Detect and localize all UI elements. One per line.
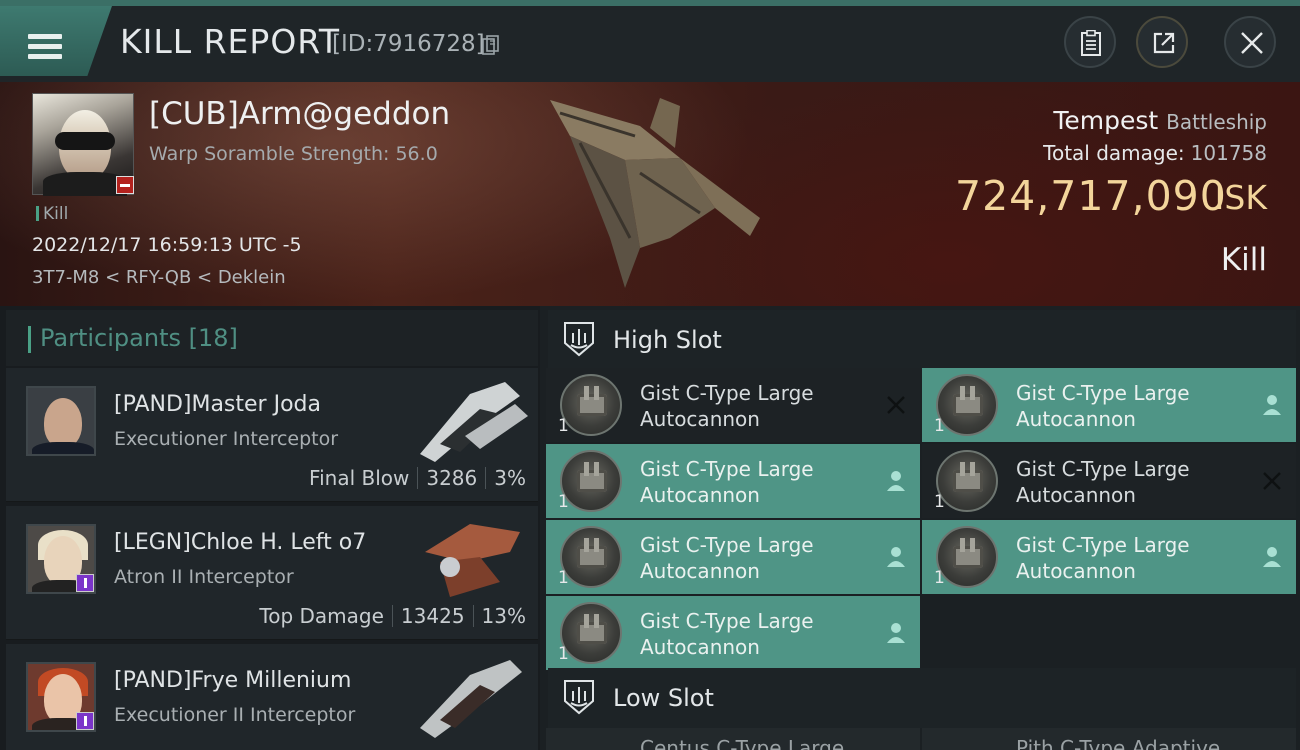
module-slot[interactable]: 1 Gist C-Type Large Autocannon	[922, 520, 1296, 594]
module-name: Gist C-Type Large Autocannon	[1016, 381, 1190, 431]
close-icon	[1241, 32, 1263, 54]
page-title: KILL REPORT	[120, 22, 340, 61]
pilot-icon	[887, 471, 905, 491]
x-icon	[1263, 472, 1281, 490]
notes-button[interactable]	[1064, 16, 1116, 68]
participant-row[interactable]: [PAND]Master Joda Executioner Intercepto…	[6, 368, 538, 502]
module-count: 1	[934, 416, 945, 436]
participant-stats: Top Damage 13425 13%	[259, 604, 526, 628]
top-accent-strip	[0, 0, 1300, 6]
module-slot[interactable]: Centus C-Type Large...	[546, 728, 920, 750]
menu-icon	[28, 34, 62, 60]
victim-ship-class: Battleship	[1166, 110, 1267, 134]
autocannon-icon	[936, 450, 998, 512]
pilot-icon	[1263, 395, 1281, 415]
standing-badge	[76, 574, 94, 592]
pilot-icon	[887, 623, 905, 643]
autocannon-icon	[936, 374, 998, 436]
participant-name: [PAND]Master Joda	[114, 392, 321, 417]
low-slot-header: Low Slot	[548, 668, 1296, 728]
participant-avatar	[26, 386, 96, 456]
module-slot[interactable]: 1 Gist C-Type Large Autocannon	[546, 444, 920, 518]
copy-icon[interactable]	[482, 35, 500, 55]
participant-ship-image	[420, 660, 522, 738]
low-slot-title: Low Slot	[613, 684, 714, 712]
low-slot-icon	[564, 680, 594, 715]
standing-badge	[76, 712, 94, 730]
module-count: 1	[934, 568, 945, 588]
victim-ship-image	[550, 98, 760, 288]
share-button[interactable]	[1136, 16, 1188, 68]
x-icon	[887, 396, 905, 414]
kill-location[interactable]: 3T7-M8 < RFY-QB < Deklein	[32, 267, 286, 288]
participant-row[interactable]: [PAND]Frye Millenium Executioner II Inte…	[6, 644, 538, 750]
module-slot[interactable]: 1 Gist C-Type Large Autocannon	[546, 368, 920, 442]
participant-stats: Final Blow 3286 3%	[309, 466, 526, 490]
module-count: 1	[558, 644, 569, 664]
warp-scramble-strength: Warp Soramble Strength: 56.0	[149, 143, 438, 165]
module-slot[interactable]: 1 Gist C-Type Large Autocannon	[922, 368, 1296, 442]
participant-ship-image	[420, 382, 528, 462]
autocannon-icon	[560, 450, 622, 512]
kill-datetime: 2022/12/17 16:59:13 UTC -5	[32, 234, 302, 256]
participant-row[interactable]: [LEGN]Chloe H. Left o7 Atron II Intercep…	[6, 506, 538, 640]
result-label: Kill	[1220, 242, 1267, 278]
high-slot-header: High Slot	[548, 310, 1296, 370]
autocannon-icon	[560, 602, 622, 664]
module-slot[interactable]: 1 Gist C-Type Large Autocannon	[546, 520, 920, 594]
participant-name: [PAND]Frye Millenium	[114, 668, 352, 693]
participant-ship: Atron II Interceptor	[114, 566, 294, 588]
participant-name: [LEGN]Chloe H. Left o7	[114, 530, 367, 555]
standing-badge	[116, 176, 134, 194]
module-slot[interactable]: Pith C-Type Adaptive...	[922, 728, 1296, 750]
autocannon-icon	[936, 526, 998, 588]
share-icon	[1153, 32, 1175, 54]
module-count: 1	[934, 492, 945, 512]
victim-name[interactable]: [CUB]Arm@geddon	[149, 96, 450, 132]
kill-tag: Kill	[36, 204, 68, 224]
module-count: 1	[558, 568, 569, 588]
module-count: 1	[558, 492, 569, 512]
close-button[interactable]	[1224, 16, 1276, 68]
module-name: Pith C-Type Adaptive...	[1016, 736, 1240, 750]
module-name: Gist C-Type Large Autocannon	[640, 533, 814, 583]
module-slot[interactable]: 1 Gist C-Type Large Autocannon	[546, 596, 920, 670]
isk-unit: ISK	[1214, 178, 1267, 217]
module-slot[interactable]: 1 Gist C-Type Large Autocannon	[922, 444, 1296, 518]
module-count: 1	[558, 416, 569, 436]
module-name: Centus C-Type Large...	[640, 736, 864, 750]
report-id: [ID:7916728]	[332, 31, 485, 57]
high-slot-title: High Slot	[613, 326, 722, 354]
total-damage-value: 101758	[1190, 141, 1267, 165]
high-slot-icon	[564, 322, 594, 357]
module-name: Gist C-Type Large Autocannon	[640, 609, 814, 659]
isk-value: 724,717,090	[955, 172, 1227, 220]
module-name: Gist C-Type Large Autocannon	[640, 381, 814, 431]
participant-ship: Executioner II Interceptor	[114, 704, 356, 726]
pilot-icon	[1263, 547, 1281, 567]
module-name: Gist C-Type Large Autocannon	[1016, 533, 1190, 583]
module-name: Gist C-Type Large Autocannon	[640, 457, 814, 507]
autocannon-icon	[560, 374, 622, 436]
participant-ship-image	[425, 524, 520, 597]
module-name: Gist C-Type Large Autocannon	[1016, 457, 1190, 507]
clipboard-icon	[1081, 30, 1101, 56]
pilot-icon	[887, 547, 905, 567]
total-damage: Total damage: 101758	[1043, 141, 1267, 165]
participant-ship: Executioner Interceptor	[114, 428, 339, 450]
participants-title: Participants [18]	[40, 324, 238, 352]
victim-ship-name[interactable]: Tempest Battleship	[1053, 106, 1267, 135]
autocannon-icon	[560, 526, 622, 588]
